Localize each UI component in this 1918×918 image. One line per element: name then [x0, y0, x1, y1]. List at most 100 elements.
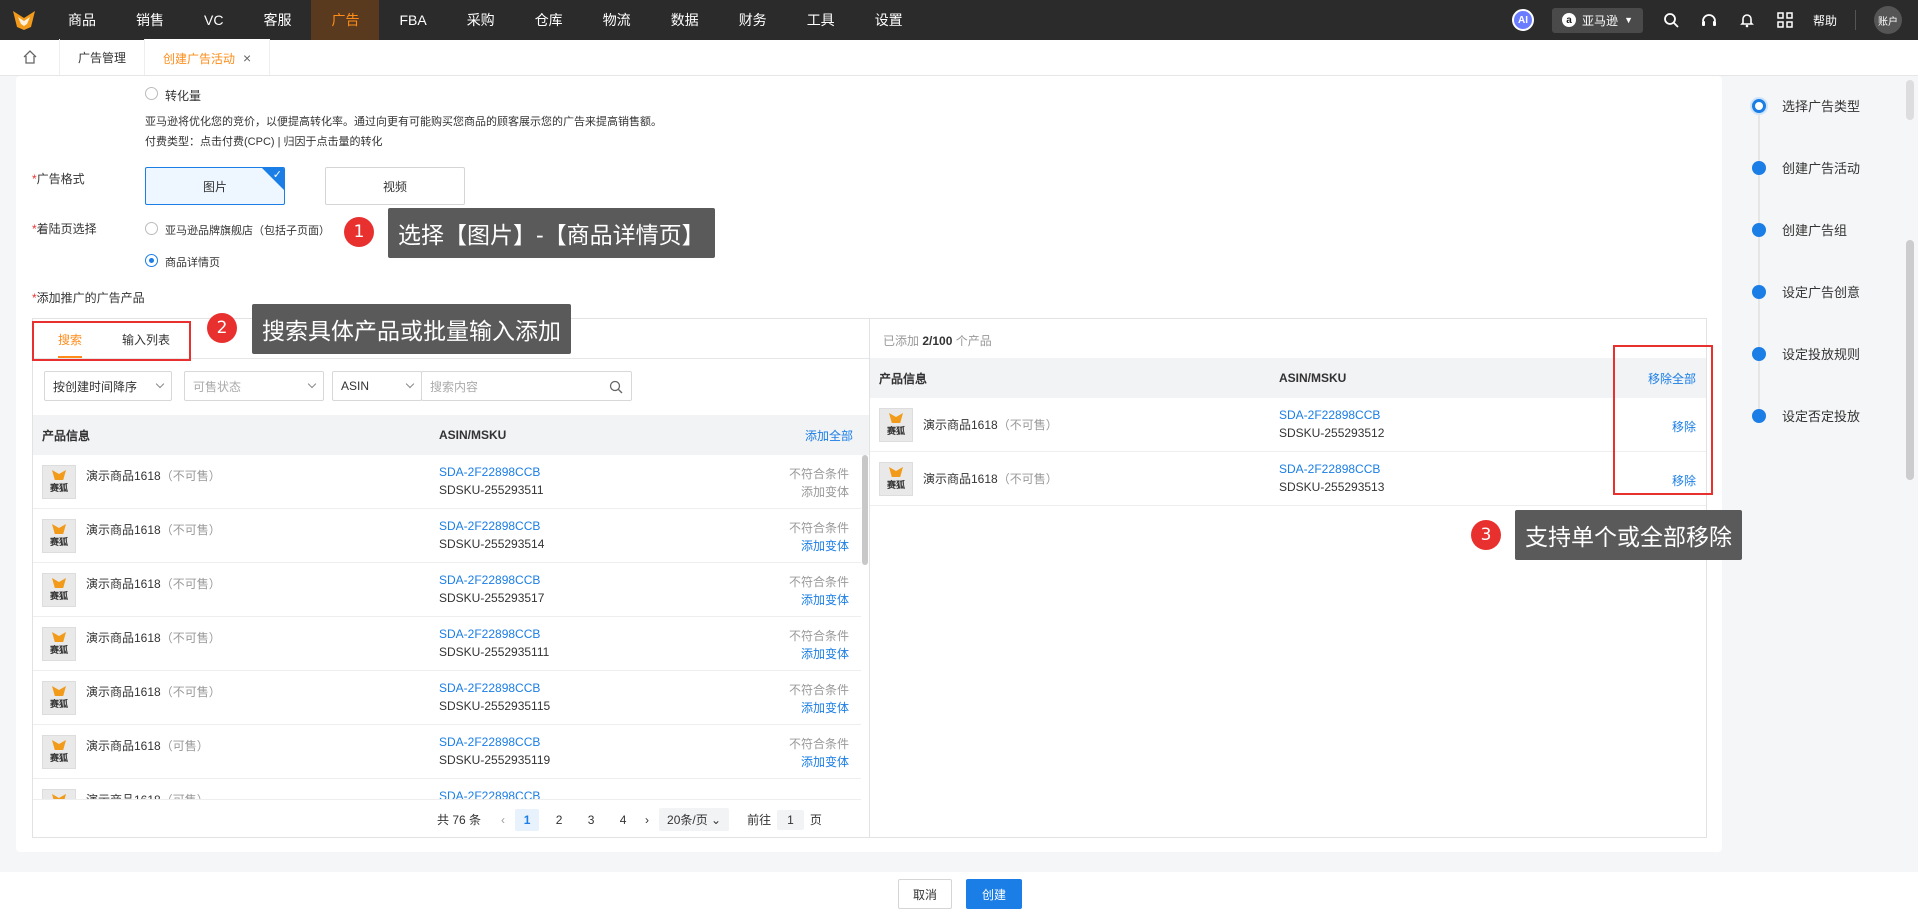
nav-item[interactable]: 客服 — [243, 0, 311, 40]
asin-link[interactable]: SDA-2F22898CCB — [439, 789, 540, 799]
step-item[interactable]: 选择广告类型 — [1752, 96, 1860, 115]
ai-icon[interactable]: AI — [1512, 9, 1535, 31]
step-dot-icon — [1752, 284, 1766, 299]
product-name: 演示商品1618（不可售） — [86, 521, 221, 538]
headset-icon[interactable] — [1699, 10, 1719, 30]
product-thumbnail: 赛狐 — [42, 627, 76, 661]
asin-link[interactable]: SDA-2F22898CCB — [439, 573, 540, 587]
add-products-label: *添加推广的广告产品 — [32, 291, 145, 305]
asin-link[interactable]: SDA-2F22898CCB — [439, 519, 540, 533]
top-nav: 商品 销售 VC 客服 广告 FBA 采购 仓库 物流 数据 财务 工具 设置 AI a 亚马逊 ▼ 帮… — [0, 0, 1918, 40]
nav-item[interactable]: VC — [184, 0, 243, 40]
add-variant-link[interactable]: 添加变体 — [801, 753, 849, 770]
msku-text: SDSKU-2552935119 — [439, 753, 551, 767]
eligibility-text: 不符合条件 — [788, 575, 849, 589]
search-icon[interactable] — [609, 380, 623, 394]
add-variant-link[interactable]: 添加变体 — [801, 645, 849, 662]
tab-create-campaign[interactable]: 创建广告活动 × — [145, 39, 271, 75]
nav-item[interactable]: 工具 — [787, 0, 855, 40]
step-label: 设定否定投放 — [1782, 409, 1861, 424]
page-4[interactable]: 4 — [611, 809, 635, 831]
step-item[interactable]: 创建广告活动 — [1752, 158, 1860, 177]
product-name-text: 演示商品1618 — [86, 793, 161, 800]
format-video-label: 视频 — [382, 179, 407, 194]
nav-item[interactable]: 销售 — [116, 0, 184, 40]
fox-icon — [52, 524, 66, 534]
close-icon[interactable]: × — [243, 50, 251, 66]
create-button[interactable]: 创建 — [966, 879, 1022, 909]
product-thumbnail: 赛狐 — [42, 735, 76, 769]
format-video-button[interactable]: 视频 — [325, 167, 465, 205]
tab-ad-management[interactable]: 广告管理 — [60, 39, 146, 75]
home-tab[interactable] — [0, 39, 60, 75]
product-status: （不可售） — [997, 418, 1058, 432]
goto-suffix: 页 — [809, 813, 822, 827]
next-page-icon[interactable]: › — [645, 813, 649, 827]
search-placeholder: 搜索内容 — [430, 379, 479, 394]
store-select[interactable]: a 亚马逊 ▼ — [1552, 7, 1643, 33]
format-image-button[interactable]: 图片 ✓ — [145, 167, 285, 205]
thumbnail-text: 赛狐 — [49, 699, 68, 709]
msku-text: SDSKU-255293511 — [439, 483, 544, 497]
status-select[interactable]: 可售状态 — [184, 371, 324, 401]
step-item[interactable]: 设定否定投放 — [1752, 406, 1860, 425]
nav-item[interactable]: 财务 — [719, 0, 787, 40]
asin-link[interactable]: SDA-2F22898CCB — [439, 627, 540, 641]
bell-icon[interactable] — [1737, 10, 1757, 30]
nav-item[interactable]: 采购 — [447, 0, 515, 40]
asin-link[interactable]: SDA-2F22898CCB — [439, 735, 540, 749]
page-2[interactable]: 2 — [547, 809, 571, 831]
fox-icon — [52, 470, 66, 480]
product-status: （不可售） — [997, 472, 1058, 486]
fox-icon — [52, 578, 66, 588]
conversion-radio[interactable] — [145, 87, 158, 100]
col-product-info: 产品信息 — [879, 371, 928, 386]
nav-item[interactable]: 设置 — [855, 0, 923, 40]
goto-page-input[interactable]: 1 — [777, 809, 804, 830]
prev-page-icon[interactable]: ‹ — [501, 813, 505, 827]
add-variant-link[interactable]: 添加变体 — [801, 591, 849, 608]
footer — [0, 872, 1918, 918]
asin-link[interactable]: SDA-2F22898CCB — [439, 465, 540, 479]
asin-link[interactable]: SDA-2F22898CCB — [1279, 408, 1380, 422]
nav-item[interactable]: 物流 — [583, 0, 651, 40]
nav-item[interactable]: 数据 — [651, 0, 719, 40]
left-table-scrollbar[interactable] — [862, 455, 868, 565]
cancel-button[interactable]: 取消 — [898, 879, 952, 909]
step-item[interactable]: 设定广告创意 — [1752, 282, 1860, 301]
nav-item[interactable]: 广告 — [311, 0, 380, 40]
page-scrollbar[interactable] — [1906, 240, 1914, 480]
help-link[interactable]: 帮助 — [1813, 12, 1837, 29]
page-1[interactable]: 1 — [515, 808, 540, 831]
logo[interactable] — [0, 0, 48, 40]
asin-link[interactable]: SDA-2F22898CCB — [1279, 462, 1380, 476]
step-item[interactable]: 设定投放规则 — [1752, 344, 1860, 363]
add-variant-link[interactable]: 添加变体 — [801, 537, 849, 554]
msku-text: SDSKU-2552935111 — [439, 645, 550, 659]
product-thumbnail: 赛狐 — [879, 408, 913, 442]
step-label: 设定广告创意 — [1782, 285, 1861, 300]
search-input[interactable]: 搜索内容 — [421, 371, 632, 401]
apps-grid-icon[interactable] — [1775, 10, 1795, 30]
sort-select[interactable]: 按创建时间降序 — [44, 371, 172, 401]
thumbnail-text: 赛狐 — [49, 591, 68, 601]
nav-item[interactable]: 商品 — [48, 0, 116, 40]
thumbnail-text: 赛狐 — [49, 753, 68, 763]
nav-item[interactable]: FBA — [379, 0, 446, 40]
asin-select-value: ASIN — [341, 379, 370, 393]
search-icon[interactable] — [1661, 10, 1681, 30]
eligibility-text: 不符合条件 — [788, 737, 849, 751]
landing-store-radio[interactable] — [145, 222, 158, 235]
page-size-select[interactable]: 20条/页 ⌄ — [659, 808, 730, 831]
account-avatar[interactable]: 账户 — [1874, 6, 1902, 34]
nav-item[interactable]: 仓库 — [515, 0, 583, 40]
asin-select[interactable]: ASIN — [332, 371, 422, 401]
product-name-text: 演示商品1618 — [86, 577, 161, 591]
page-3[interactable]: 3 — [579, 809, 603, 831]
asin-link[interactable]: SDA-2F22898CCB — [439, 681, 540, 695]
landing-detail-radio[interactable] — [145, 254, 158, 267]
add-all-link[interactable]: 添加全部 — [805, 427, 853, 444]
step-item[interactable]: 创建广告组 — [1752, 220, 1847, 239]
product-status: （不可售） — [160, 685, 221, 699]
add-variant-link[interactable]: 添加变体 — [801, 699, 849, 716]
